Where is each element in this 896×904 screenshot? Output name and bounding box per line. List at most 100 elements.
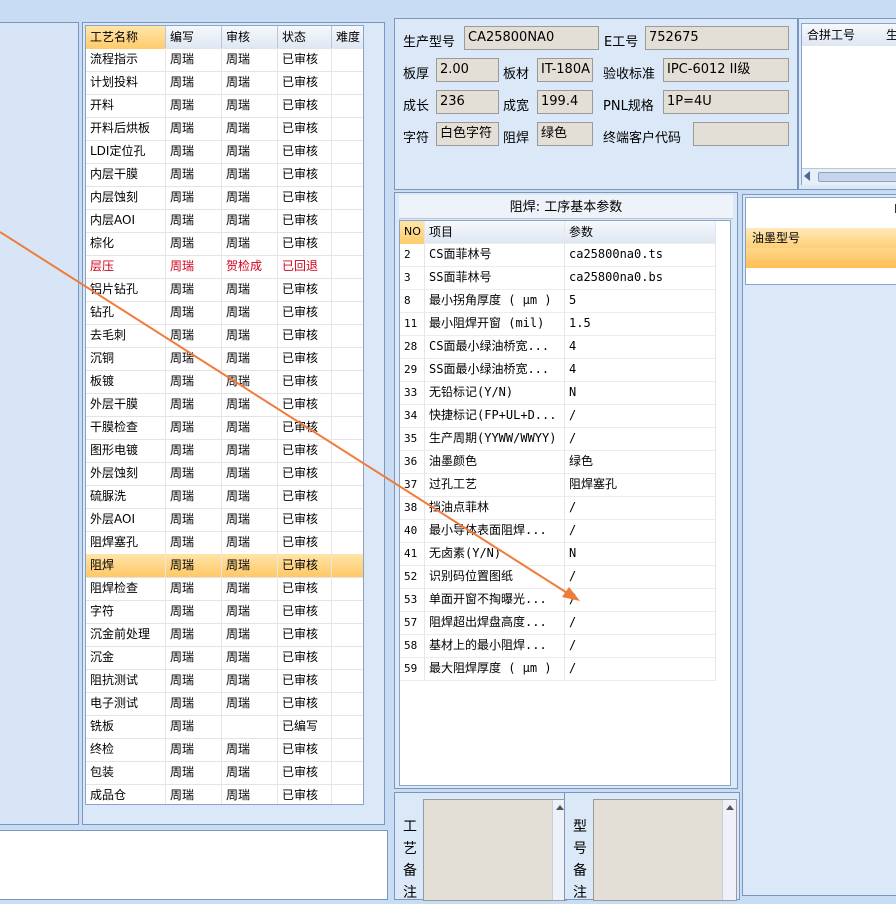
param-row[interactable]: 59 最大阻焊厚度 ( μm ) / [400,657,716,681]
width-field[interactable]: 199.4 [537,90,593,114]
param-row[interactable]: 36 油墨颜色 绿色 [400,450,716,474]
param-item: 过孔工艺 [425,473,565,496]
thickness-field[interactable]: 2.00 [436,58,499,82]
param-row[interactable]: 34 快捷标记(FP+UL+D... / [400,404,716,428]
table-row[interactable]: 干膜检查 周瑞 周瑞 已审核 [86,416,363,440]
table-row[interactable]: 阻抗测试 周瑞 周瑞 已审核 [86,669,363,693]
param-row[interactable]: 28 CS面最小绿油桥宽... 4 [400,335,716,359]
table-row[interactable]: 硫脲洗 周瑞 周瑞 已审核 [86,485,363,509]
cell-status: 已审核 [278,439,332,462]
table-row[interactable]: 内层蚀刻 周瑞 周瑞 已审核 [86,186,363,210]
process-note-textarea[interactable] [423,799,567,901]
table-row[interactable]: 外层蚀刻 周瑞 周瑞 已审核 [86,462,363,486]
e-number-field[interactable]: 752675 [645,26,789,50]
customer-code-field[interactable] [693,122,789,146]
col-header-process-name[interactable]: 工艺名称 [86,26,166,49]
table-row[interactable]: 内层干膜 周瑞 周瑞 已审核 [86,163,363,187]
scroll-up-arrow-icon[interactable] [726,805,734,810]
cell-status: 已审核 [278,761,332,784]
table-row[interactable]: 阻焊塞孔 周瑞 周瑞 已审核 [86,531,363,555]
table-row[interactable]: 内层AOI 周瑞 周瑞 已审核 [86,209,363,233]
cell-status: 已审核 [278,232,332,255]
solder-mask-field[interactable]: 绿色 [537,122,593,146]
model-field[interactable]: CA25800NA0 [464,26,599,50]
material-field[interactable]: IT-180A [537,58,593,82]
param-row[interactable]: 11 最小阻焊开窗 (mil) 1.5 [400,312,716,336]
param-row[interactable]: 2 CS面菲林号 ca25800na0.ts [400,243,716,267]
table-row[interactable]: 图形电镀 周瑞 周瑞 已审核 [86,439,363,463]
table-row[interactable]: 电子测试 周瑞 周瑞 已审核 [86,692,363,716]
cell-status: 已审核 [278,163,332,186]
param-row[interactable]: 8 最小拐角厚度 ( μm ) 5 [400,289,716,313]
ink-model-label[interactable]: 油墨型号 [752,228,800,248]
table-row[interactable]: 开料 周瑞 周瑞 已审核 [86,94,363,118]
cell-writer: 周瑞 [166,71,222,94]
param-row[interactable]: 33 无铅标记(Y/N) N [400,381,716,405]
col-header-writer[interactable]: 编写 [166,26,222,49]
table-row[interactable]: 沉金 周瑞 周瑞 已审核 [86,646,363,670]
scroll-thumb[interactable] [818,172,896,182]
cell-writer: 周瑞 [166,94,222,117]
ink-selected-row[interactable] [746,248,896,268]
table-row[interactable]: 层压 周瑞 贺检成 已回退 [86,255,363,279]
standard-field[interactable]: IPC-6012 II级 [663,58,789,82]
param-row[interactable]: 57 阻焊超出焊盘高度... / [400,611,716,635]
param-row[interactable]: 41 无卤素(Y/N) N [400,542,716,566]
param-row[interactable]: 3 SS面菲林号 ca25800na0.bs [400,266,716,290]
param-row[interactable]: 58 基材上的最小阻焊... / [400,634,716,658]
model-note-textarea[interactable] [593,799,737,901]
scroll-up-arrow-icon[interactable] [556,805,564,810]
table-row[interactable]: 成品仓 周瑞 周瑞 已审核 [86,784,363,804]
table-row[interactable]: 流程指示 周瑞 周瑞 已审核 [86,48,363,72]
param-item: 最大阻焊厚度 ( μm ) [425,657,565,680]
model-note-scrollbar[interactable] [722,800,736,900]
param-row[interactable]: 35 生产周期(YYWW/WWYY) / [400,427,716,451]
table-row[interactable]: 外层AOI 周瑞 周瑞 已审核 [86,508,363,532]
note-char: 艺 [403,841,417,857]
length-field[interactable]: 236 [436,90,499,114]
table-row[interactable]: 铣板 周瑞 已编写 [86,715,363,739]
cell-diff [332,646,363,669]
table-row[interactable]: 终检 周瑞 周瑞 已审核 [86,738,363,762]
col-header-value[interactable]: 参数 [565,221,716,244]
table-row[interactable]: 铝片钻孔 周瑞 周瑞 已审核 [86,278,363,302]
cell-status: 已审核 [278,278,332,301]
param-row[interactable]: 53 单面开窗不掏曝光... / [400,588,716,612]
table-row[interactable]: 棕化 周瑞 周瑞 已审核 [86,232,363,256]
table-row[interactable]: 包装 周瑞 周瑞 已审核 [86,761,363,785]
table-row[interactable]: 沉金前处理 周瑞 周瑞 已审核 [86,623,363,647]
table-row[interactable]: 钻孔 周瑞 周瑞 已审核 [86,301,363,325]
table-row[interactable]: 去毛刺 周瑞 周瑞 已审核 [86,324,363,348]
material-label: 板材 [503,67,530,82]
horizontal-scrollbar[interactable] [802,168,896,185]
table-row[interactable]: 阻焊检查 周瑞 周瑞 已审核 [86,577,363,601]
cell-diff [332,508,363,531]
param-row[interactable]: 38 挡油点菲林 / [400,496,716,520]
note-char: 注 [403,885,417,901]
col-header-item[interactable]: 项目 [425,221,565,244]
col-header-reviewer[interactable]: 审核 [222,26,278,49]
table-row[interactable]: 开料后烘板 周瑞 周瑞 已审核 [86,117,363,141]
param-row[interactable]: 37 过孔工艺 阻焊塞孔 [400,473,716,497]
col-header-difficulty[interactable]: 难度 [332,26,363,49]
cell-status: 已审核 [278,646,332,669]
param-value: 5 [565,289,716,312]
col-header-merge-number[interactable]: 合拼工号 [807,24,855,46]
character-field[interactable]: 白色字符 [436,122,499,146]
table-row[interactable]: 板镀 周瑞 周瑞 已审核 [86,370,363,394]
table-row[interactable]: 阻焊 周瑞 周瑞 已审核 [86,554,363,578]
col-header-status[interactable]: 状态 [278,26,332,49]
col-header-no[interactable]: NO [400,221,425,244]
table-row[interactable]: 外层干膜 周瑞 周瑞 已审核 [86,393,363,417]
table-row[interactable]: 字符 周瑞 周瑞 已审核 [86,600,363,624]
table-row[interactable]: 沉铜 周瑞 周瑞 已审核 [86,347,363,371]
param-row[interactable]: 29 SS面最小绿油桥宽... 4 [400,358,716,382]
table-row[interactable]: LDI定位孔 周瑞 周瑞 已审核 [86,140,363,164]
table-row[interactable]: 计划投料 周瑞 周瑞 已审核 [86,71,363,95]
pnl-field[interactable]: 1P=4U [663,90,789,114]
param-row[interactable]: 40 最小导体表面阻焊... / [400,519,716,543]
param-row[interactable]: 52 识别码位置图纸 / [400,565,716,589]
col-header-merge-second[interactable]: 生 [886,24,896,46]
cell-reviewer: 周瑞 [222,738,278,761]
scroll-left-arrow-icon[interactable] [804,171,810,181]
